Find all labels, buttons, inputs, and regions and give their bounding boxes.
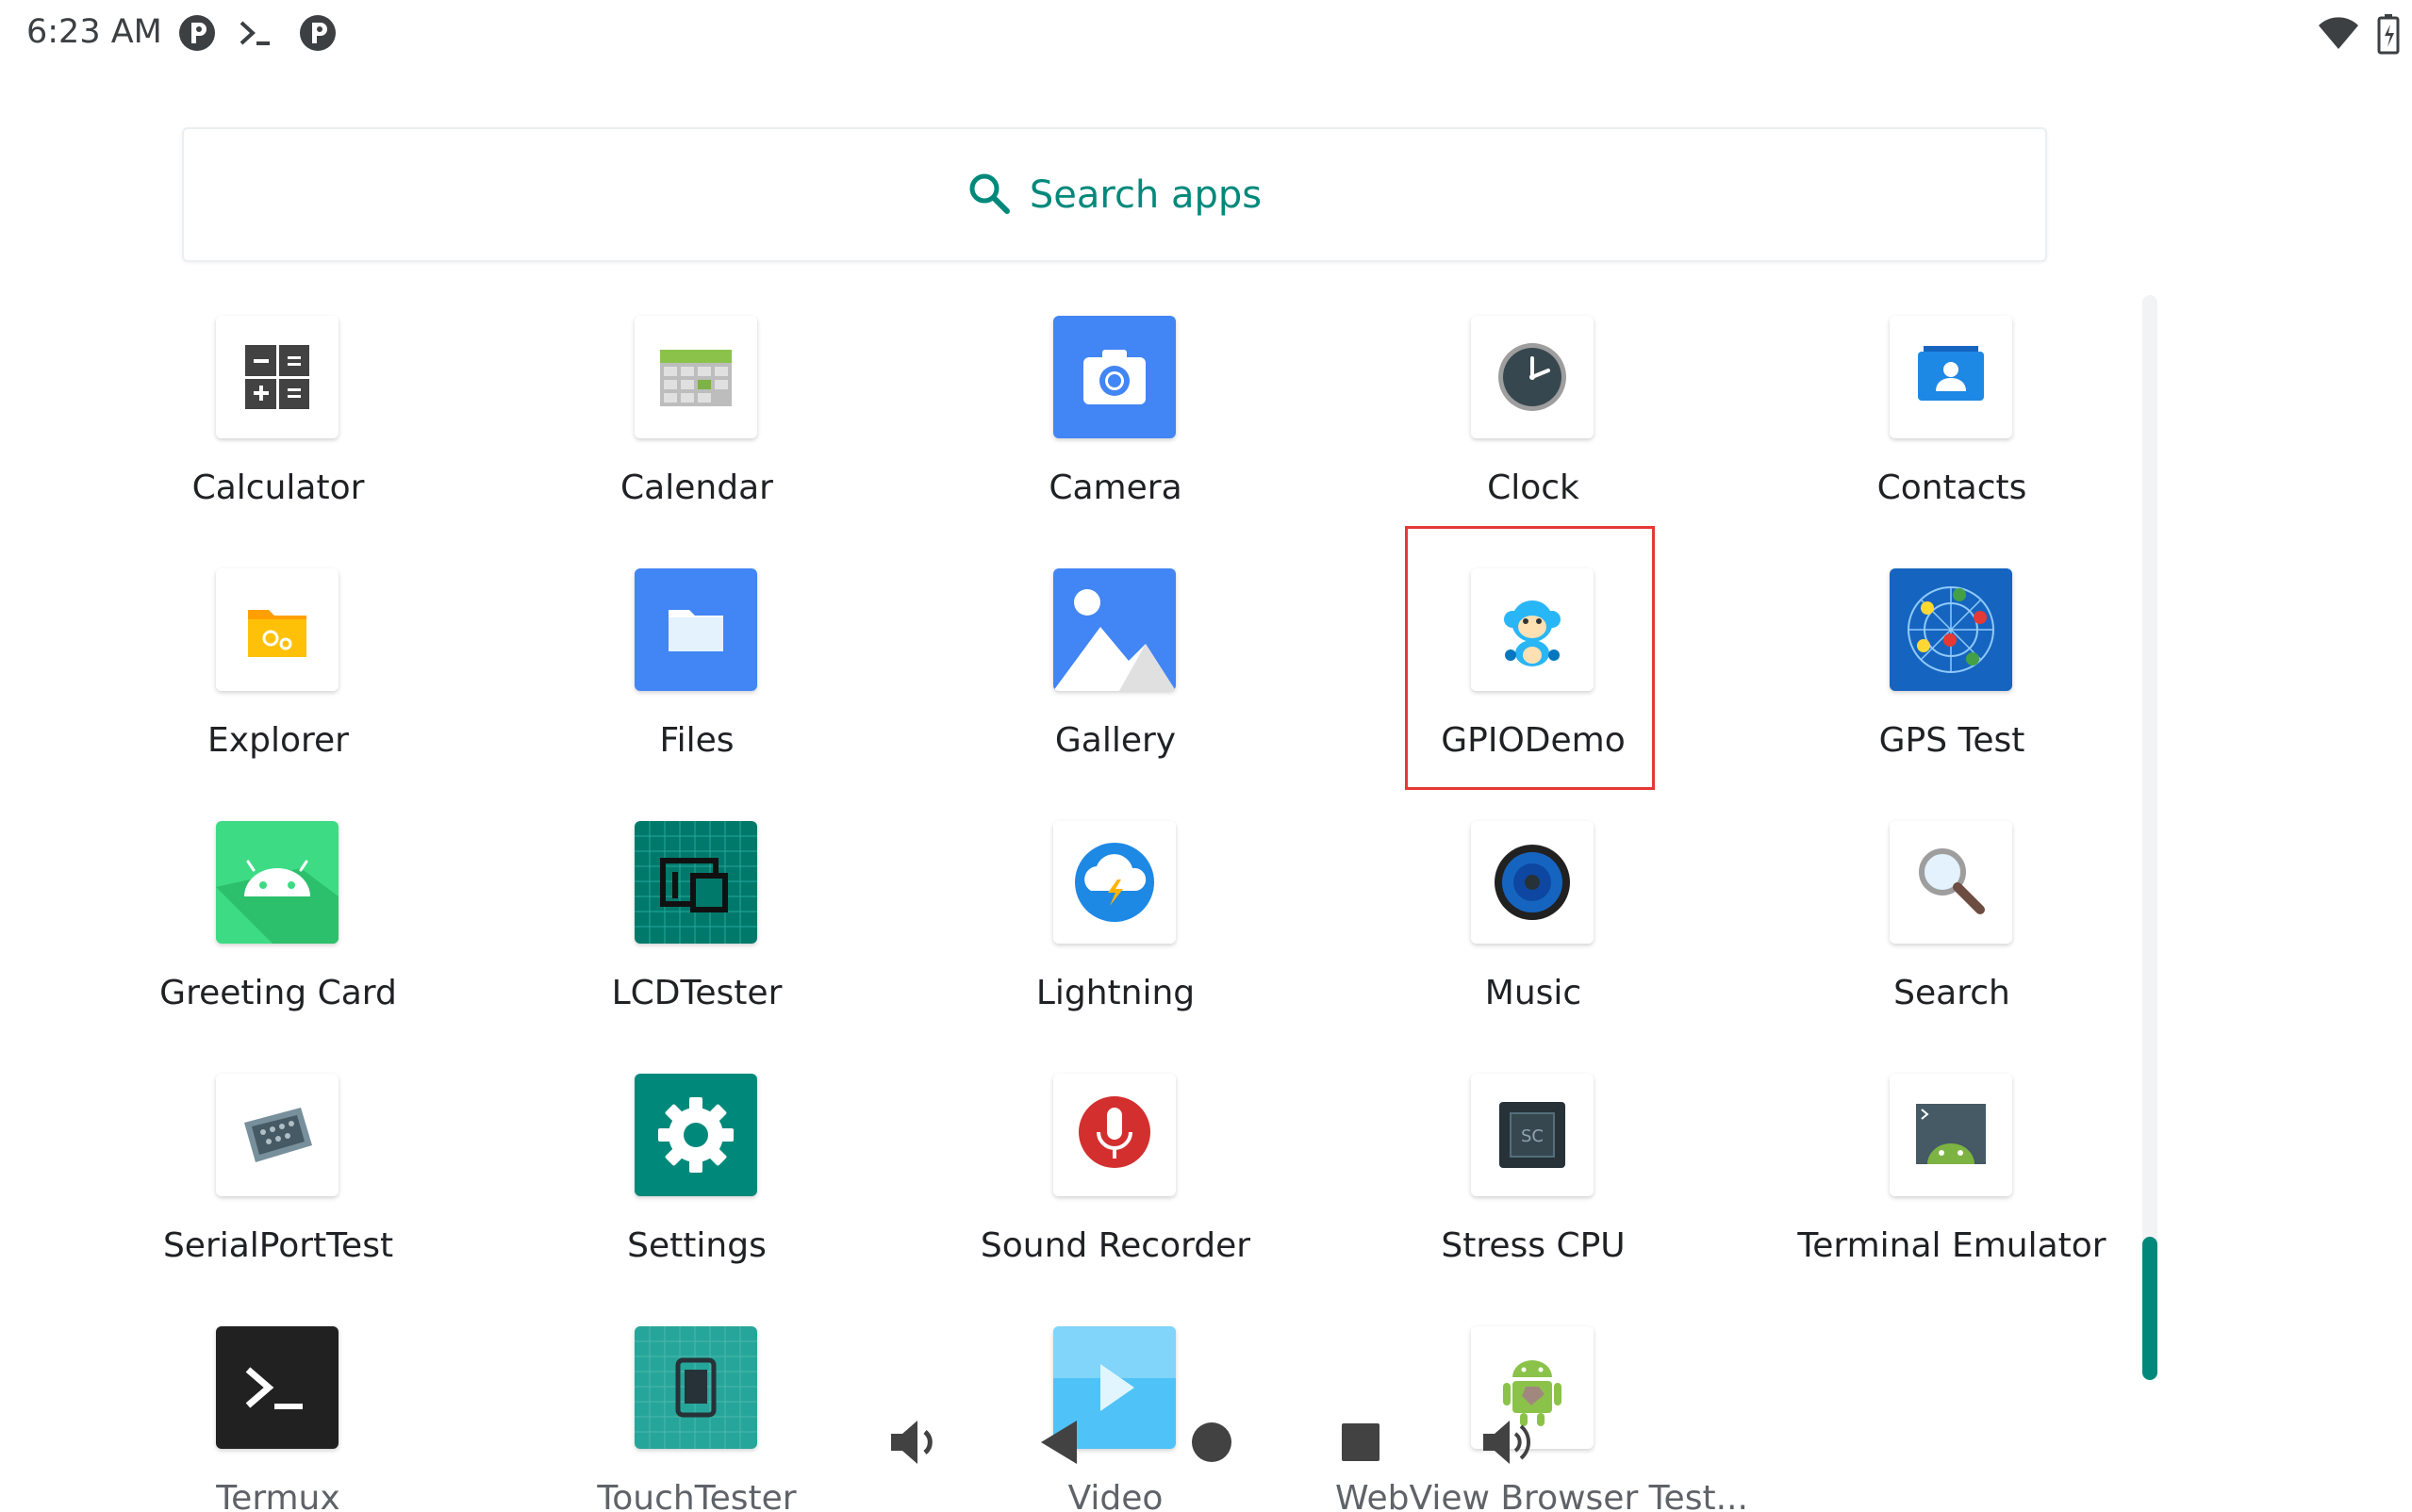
app-search[interactable]: Search bbox=[1754, 821, 2150, 1057]
app-camera[interactable]: Camera bbox=[917, 316, 1313, 551]
app-label: Terminal Emulator bbox=[1797, 1226, 2106, 1265]
app-label: Clock bbox=[1487, 468, 1579, 507]
lightning-icon bbox=[1053, 821, 1176, 944]
status-time: 6:23 AM bbox=[26, 13, 162, 51]
app-explorer[interactable]: Explorer bbox=[80, 568, 476, 804]
app-label: Calendar bbox=[620, 468, 773, 507]
pocket-app-icon bbox=[177, 13, 217, 53]
back-icon[interactable] bbox=[1030, 1409, 1096, 1475]
app-contacts[interactable]: Contacts bbox=[1754, 316, 2150, 551]
app-label: Calculator bbox=[191, 468, 365, 507]
search-icon bbox=[967, 172, 1011, 219]
app-gallery[interactable]: Gallery bbox=[917, 568, 1313, 804]
serial-port-icon bbox=[216, 1074, 339, 1196]
lcd-tester-icon bbox=[635, 821, 757, 944]
app-clock[interactable]: Clock bbox=[1335, 316, 1731, 551]
svg-text:SC: SC bbox=[1521, 1126, 1544, 1146]
app-greeting-card[interactable]: Greeting Card bbox=[80, 821, 476, 1057]
app-label: Greeting Card bbox=[159, 974, 397, 1012]
app-calendar[interactable]: Calendar bbox=[499, 316, 895, 551]
app-sound-recorder[interactable]: Sound Recorder bbox=[917, 1074, 1313, 1309]
app-label: GPS Test bbox=[1878, 721, 2025, 760]
app-label: Explorer bbox=[207, 721, 349, 760]
app-terminal-emulator[interactable]: Terminal Emulator bbox=[1754, 1074, 2150, 1309]
app-label: Sound Recorder bbox=[980, 1226, 1251, 1265]
explorer-icon bbox=[216, 568, 339, 691]
navigation-bar bbox=[0, 1409, 2412, 1485]
android-icon bbox=[216, 821, 339, 944]
pocket-app-icon bbox=[298, 13, 338, 53]
app-label: Search bbox=[1893, 974, 2010, 1012]
app-label: SerialPortTest bbox=[162, 1226, 394, 1265]
app-label: Music bbox=[1484, 974, 1582, 1012]
app-settings[interactable]: Settings bbox=[499, 1074, 895, 1309]
app-label: Gallery bbox=[1054, 721, 1177, 760]
gallery-icon bbox=[1053, 568, 1176, 691]
microphone-icon bbox=[1053, 1074, 1176, 1196]
folder-icon bbox=[635, 568, 757, 691]
app-label: Settings bbox=[627, 1226, 767, 1265]
volume-up-icon[interactable] bbox=[1476, 1409, 1542, 1475]
volume-down-icon[interactable] bbox=[882, 1409, 948, 1475]
wifi-icon bbox=[2318, 17, 2359, 55]
app-label: LCDTester bbox=[611, 974, 783, 1012]
app-music[interactable]: Music bbox=[1335, 821, 1731, 1057]
app-lightning[interactable]: Lightning bbox=[917, 821, 1313, 1057]
app-gps-test[interactable]: GPS Test bbox=[1754, 568, 2150, 804]
speaker-icon bbox=[1471, 821, 1594, 944]
app-label: Camera bbox=[1049, 468, 1182, 507]
home-icon[interactable] bbox=[1179, 1409, 1245, 1475]
search-apps-label: Search apps bbox=[1029, 173, 1263, 217]
terminal-emulator-icon bbox=[1890, 1074, 2012, 1196]
app-calculator[interactable]: Calculator bbox=[80, 316, 476, 551]
clock-icon bbox=[1471, 316, 1594, 438]
app-label: Contacts bbox=[1876, 468, 2027, 507]
search-apps-bar[interactable]: Search apps bbox=[182, 127, 2047, 262]
app-stress-cpu[interactable]: SC Stress CPU bbox=[1335, 1074, 1731, 1309]
calculator-icon bbox=[216, 316, 339, 438]
recents-icon[interactable] bbox=[1328, 1409, 1394, 1475]
camera-icon bbox=[1053, 316, 1176, 438]
cpu-icon: SC bbox=[1471, 1074, 1594, 1196]
app-label: Stress CPU bbox=[1441, 1226, 1626, 1265]
battery-icon bbox=[2376, 13, 2401, 58]
status-bar: 6:23 AM bbox=[0, 0, 2412, 70]
calendar-icon bbox=[635, 316, 757, 438]
app-label: Lightning bbox=[1035, 974, 1196, 1012]
terminal-icon bbox=[236, 13, 275, 53]
gps-test-icon bbox=[1890, 568, 2012, 691]
app-label: Files bbox=[659, 721, 735, 760]
gear-icon bbox=[635, 1074, 757, 1196]
selection-highlight bbox=[1405, 526, 1655, 790]
contacts-icon bbox=[1890, 316, 2012, 438]
app-lcdtester[interactable]: LCDTester bbox=[499, 821, 895, 1057]
app-files[interactable]: Files bbox=[499, 568, 895, 804]
magnifier-icon bbox=[1890, 821, 2012, 944]
app-serialporttest[interactable]: SerialPortTest bbox=[80, 1074, 476, 1309]
